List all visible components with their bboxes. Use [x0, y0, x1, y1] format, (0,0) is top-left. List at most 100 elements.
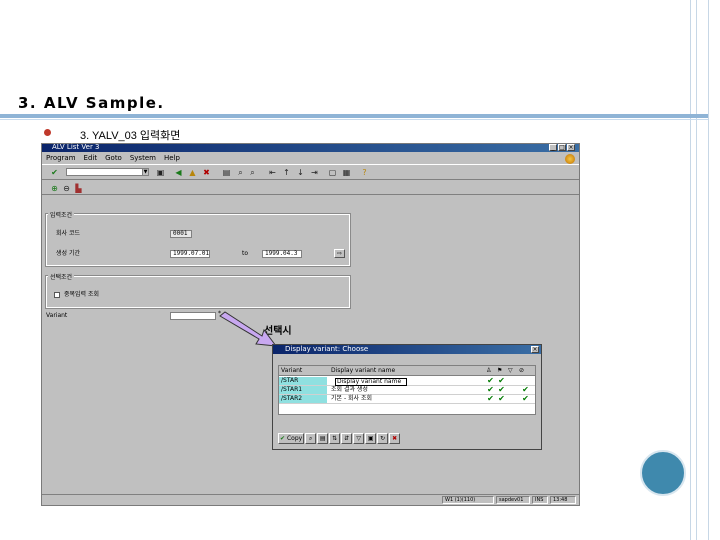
dialog-title: Display variant: Choose: [285, 345, 369, 353]
group-title: 선택조건: [48, 272, 75, 281]
row-variant: /STAR2: [279, 395, 327, 403]
variant-grid: Variant Display variant name ♙ ⚑ ▽ ⊘ /ST…: [278, 365, 536, 415]
find-icon[interactable]: ⌕: [236, 168, 245, 177]
callout-text: 선택시: [264, 326, 292, 337]
find-next-icon[interactable]: ⌕: [248, 168, 257, 177]
cancel-icon[interactable]: ✖: [389, 433, 401, 444]
table-row[interactable]: /STAR2 기본 - 회사 조회 ✔ ✔ ✔: [279, 395, 535, 404]
exit-icon[interactable]: ▲: [188, 168, 197, 177]
row-check-2: ✔: [498, 376, 505, 385]
row-variant: /STAR: [279, 377, 327, 385]
print-icon[interactable]: ▣: [365, 433, 377, 444]
window-titlebar: ALV List Ver 3 _ □ ×: [42, 143, 579, 152]
status-bar: W1 (1)(110) sapdev01 INS 13:48: [42, 494, 579, 505]
row-name: 조회 결과 생성: [331, 386, 368, 393]
to-label: to: [242, 250, 249, 257]
multiple-selection-icon[interactable]: ⇨: [334, 249, 345, 258]
sort-desc-icon[interactable]: ⇵: [341, 433, 353, 444]
grid-header: Variant Display variant name ♙ ⚑ ▽ ⊘: [279, 366, 535, 376]
duplicate-checkbox[interactable]: [54, 292, 60, 298]
company-code-field[interactable]: 0001: [170, 230, 192, 238]
title-rule: [0, 114, 708, 118]
sap-logo-icon: [565, 154, 575, 164]
sap-window: ALV List Ver 3 _ □ × Program Edit Goto S…: [41, 143, 580, 506]
save-variant-icon[interactable]: ▙: [74, 184, 83, 193]
copy-button[interactable]: ✔ Copy: [278, 433, 305, 444]
details-icon[interactable]: ▤: [317, 433, 329, 444]
menu-help[interactable]: Help: [164, 153, 180, 163]
required-marker: *: [218, 310, 221, 317]
column-variant[interactable]: Variant: [281, 367, 302, 375]
decor-circle: [640, 450, 686, 496]
decor-line: [690, 0, 691, 540]
row-check-2: ✔: [498, 385, 505, 394]
close-icon[interactable]: ×: [531, 346, 539, 353]
title-rule-thin: [0, 119, 708, 120]
copy-label: Copy: [286, 435, 303, 442]
first-page-icon[interactable]: ⇤: [268, 168, 277, 177]
company-code-label: 회사 코드: [56, 230, 80, 237]
variant-label: Variant: [46, 312, 68, 319]
input-condition-group: [45, 213, 351, 267]
print-icon[interactable]: ▤: [222, 168, 231, 177]
bullet-text: 3. YALV_03 입력화면: [80, 130, 181, 142]
find-icon[interactable]: ⌕: [305, 433, 317, 444]
bullet-icon: [44, 129, 51, 136]
last-page-icon[interactable]: ⇥: [310, 168, 319, 177]
enter-icon[interactable]: ✔: [50, 168, 59, 177]
decor-line: [696, 0, 697, 540]
variant-field[interactable]: [170, 312, 216, 320]
variant-name-input[interactable]: Display variant name: [335, 378, 407, 386]
menu-bar: Program Edit Goto System Help: [42, 153, 583, 163]
status-system: W1 (1)(110): [442, 496, 494, 504]
refresh-icon[interactable]: ↻: [377, 433, 389, 444]
get-variant-icon[interactable]: ⊖: [62, 184, 71, 193]
slide-title: 3. ALV Sample.: [18, 94, 165, 112]
period-label: 생성 기간: [56, 250, 80, 257]
sort-icon[interactable]: ⇅: [329, 433, 341, 444]
user-icon: ♙: [486, 367, 492, 374]
row-check-1: ✔: [487, 385, 494, 394]
create-session-icon[interactable]: ▢: [328, 168, 337, 177]
default-icon: ⚑: [497, 367, 503, 374]
status-server: sapdev01: [496, 496, 530, 504]
row-check-3: ✔: [522, 394, 529, 403]
filter-icon[interactable]: ▽: [353, 433, 365, 444]
menu-system[interactable]: System: [130, 153, 156, 163]
dialog-toolbar: ✔ Copy ⌕ ▤ ⇅ ⇵ ▽ ▣ ↻ ✖: [278, 433, 418, 445]
table-row[interactable]: /STAR Display variant name ✔ ✔: [279, 377, 535, 386]
execute-icon[interactable]: ⊕: [50, 184, 59, 193]
prev-page-icon[interactable]: ↑: [282, 168, 291, 177]
shortcut-icon[interactable]: ▦: [342, 168, 351, 177]
window-title: ALV List Ver 3: [52, 143, 100, 151]
application-toolbar: ⊕ ⊖ ▙: [42, 181, 579, 195]
table-row[interactable]: /STAR1 조회 결과 생성 ✔ ✔ ✔: [279, 386, 535, 395]
maximize-icon[interactable]: □: [558, 144, 566, 151]
duplicate-checkbox-label: 중복입력 조회: [64, 291, 100, 298]
row-name: 기본 - 회사 조회: [331, 395, 373, 402]
menu-program[interactable]: Program: [46, 153, 76, 163]
status-mode: INS: [532, 496, 548, 504]
decor-line: [708, 0, 709, 540]
menu-edit[interactable]: Edit: [84, 153, 98, 163]
cancel-icon[interactable]: ✖: [202, 168, 211, 177]
column-name[interactable]: Display variant name: [331, 367, 395, 375]
back-icon[interactable]: ◀: [174, 168, 183, 177]
chevron-down-icon[interactable]: ▼: [142, 168, 149, 176]
next-page-icon[interactable]: ↓: [296, 168, 305, 177]
save-icon[interactable]: ▣: [156, 168, 165, 177]
row-variant: /STAR1: [279, 386, 327, 394]
variant-dialog: Display variant: Choose × Variant Displa…: [272, 344, 542, 450]
command-field[interactable]: [66, 168, 146, 176]
row-check-1: ✔: [487, 394, 494, 403]
minimize-icon[interactable]: _: [549, 144, 557, 151]
period-from-field[interactable]: 1999.07.01: [170, 250, 210, 258]
close-icon[interactable]: ×: [567, 144, 575, 151]
standard-toolbar: ✔ ▼ ▣ ◀ ▲ ✖ ▤ ⌕ ⌕ ⇤ ↑ ↓ ⇥ ▢ ▦ ?: [42, 164, 579, 180]
group-title: 입력조건: [48, 210, 75, 219]
row-check-3: [521, 377, 530, 385]
help-icon[interactable]: ?: [360, 168, 369, 177]
period-to-field[interactable]: 1999.04.3: [262, 250, 302, 258]
menu-goto[interactable]: Goto: [105, 153, 122, 163]
status-time: 13:48: [550, 496, 576, 504]
